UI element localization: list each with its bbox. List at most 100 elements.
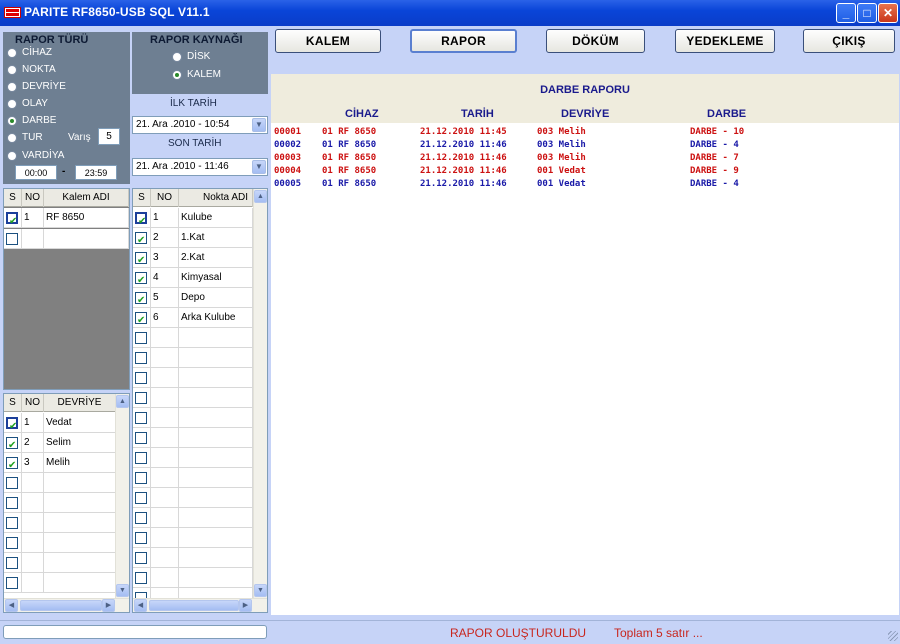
row-checkbox[interactable] xyxy=(6,557,18,569)
row-checkbox[interactable] xyxy=(135,231,147,250)
table-row[interactable]: 1Kulube xyxy=(133,208,253,231)
close-button[interactable]: ✕ xyxy=(878,3,898,23)
table-row[interactable]: 6Arka Kulube xyxy=(133,308,253,330)
row-checkbox[interactable] xyxy=(135,311,147,330)
table-row[interactable]: 4Kimyasal xyxy=(133,268,253,290)
empty-row[interactable] xyxy=(133,388,253,408)
row-checkbox[interactable] xyxy=(6,577,18,589)
radio-disk[interactable] xyxy=(172,52,182,62)
chevron-down-icon[interactable]: ▼ xyxy=(252,118,266,132)
row-checkbox[interactable] xyxy=(135,332,147,344)
empty-row[interactable] xyxy=(4,513,116,533)
row-checkbox[interactable] xyxy=(6,537,18,549)
radio-tur[interactable] xyxy=(7,133,17,143)
empty-row[interactable] xyxy=(133,348,253,368)
row-checkbox[interactable] xyxy=(135,352,147,364)
row-checkbox[interactable] xyxy=(135,472,147,484)
table-row[interactable]: 1 RF 8650 xyxy=(4,208,129,231)
yedekleme-button[interactable]: YEDEKLEME xyxy=(675,29,775,53)
row-checkbox[interactable] xyxy=(6,517,18,529)
row-checkbox[interactable] xyxy=(6,212,18,231)
empty-row[interactable] xyxy=(133,528,253,548)
row-checkbox[interactable] xyxy=(6,417,18,436)
row-checkbox[interactable] xyxy=(135,412,147,424)
row-checkbox[interactable] xyxy=(135,271,147,290)
minimize-button[interactable]: _ xyxy=(836,3,856,23)
scroll-right-icon[interactable]: ▶ xyxy=(239,599,252,612)
table-row[interactable]: 2Selim xyxy=(4,433,116,455)
empty-row[interactable] xyxy=(133,568,253,588)
row-checkbox[interactable] xyxy=(135,291,147,310)
ilk-tarih-picker[interactable]: 21. Ara .2010 - 10:54 ▼ xyxy=(132,116,268,134)
radio-nokta[interactable] xyxy=(7,65,17,75)
row-checkbox[interactable] xyxy=(135,552,147,564)
resize-grip-icon[interactable] xyxy=(888,631,898,641)
row-checkbox[interactable] xyxy=(135,532,147,544)
row-checkbox[interactable] xyxy=(135,212,147,231)
kalem-button[interactable]: KALEM xyxy=(275,29,381,53)
row-checkbox[interactable] xyxy=(135,452,147,464)
dokum-button[interactable]: DÖKÜM xyxy=(546,29,645,53)
table-row[interactable] xyxy=(4,229,129,249)
empty-row[interactable] xyxy=(133,488,253,508)
empty-row[interactable] xyxy=(133,328,253,348)
row-checkbox[interactable] xyxy=(6,456,18,475)
radio-darbe[interactable] xyxy=(7,116,17,126)
row-checkbox[interactable] xyxy=(135,432,147,444)
row-checkbox[interactable] xyxy=(135,572,147,584)
scroll-up-icon[interactable]: ▲ xyxy=(254,190,267,203)
chevron-down-icon[interactable]: ▼ xyxy=(252,160,266,174)
scroll-left-icon[interactable]: ◀ xyxy=(134,599,147,612)
devriye-vscroll[interactable]: ▲ ▼ xyxy=(115,394,129,598)
empty-row[interactable] xyxy=(133,428,253,448)
row-checkbox[interactable] xyxy=(135,512,147,524)
table-row[interactable]: 5Depo xyxy=(133,288,253,310)
time-from-input[interactable]: 00:00 xyxy=(15,165,57,180)
radio-olay[interactable] xyxy=(7,99,17,109)
nokta-vscroll[interactable]: ▲ ▼ xyxy=(253,189,267,598)
scroll-up-icon[interactable]: ▲ xyxy=(116,395,129,408)
table-row[interactable]: 21.Kat xyxy=(133,228,253,250)
empty-row[interactable] xyxy=(133,508,253,528)
row-checkbox[interactable] xyxy=(135,251,147,270)
row-checkbox[interactable] xyxy=(135,392,147,404)
empty-row[interactable] xyxy=(4,553,116,573)
empty-row[interactable] xyxy=(4,573,116,593)
radio-kalem[interactable] xyxy=(172,70,182,80)
row-checkbox[interactable] xyxy=(6,233,18,245)
empty-row[interactable] xyxy=(133,548,253,568)
radio-cihaz[interactable] xyxy=(7,48,17,58)
empty-row[interactable] xyxy=(4,473,116,493)
varis-input[interactable]: 5 xyxy=(98,128,120,145)
time-to-input[interactable]: 23:59 xyxy=(75,165,117,180)
empty-row[interactable] xyxy=(133,368,253,388)
empty-row[interactable] xyxy=(4,493,116,513)
empty-row[interactable] xyxy=(133,468,253,488)
rapor-button[interactable]: RAPOR xyxy=(410,29,517,53)
row-checkbox[interactable] xyxy=(6,477,18,489)
scroll-thumb[interactable] xyxy=(20,600,102,611)
maximize-button[interactable]: □ xyxy=(857,3,877,23)
empty-row[interactable] xyxy=(4,533,116,553)
radio-vardiya[interactable] xyxy=(7,151,17,161)
son-tarih-picker[interactable]: 21. Ara .2010 - 11:46 ▼ xyxy=(132,158,268,176)
empty-row[interactable] xyxy=(133,448,253,468)
scroll-thumb[interactable] xyxy=(149,600,239,611)
scroll-down-icon[interactable]: ▼ xyxy=(116,584,129,597)
empty-row[interactable] xyxy=(133,408,253,428)
nokta-hscroll[interactable]: ◀ ▶ xyxy=(133,598,267,612)
scroll-left-icon[interactable]: ◀ xyxy=(5,599,18,612)
table-row[interactable]: 32.Kat xyxy=(133,248,253,270)
window-title: PARITE RF8650-USB SQL V11.1 xyxy=(24,5,210,19)
row-checkbox[interactable] xyxy=(135,492,147,504)
scroll-down-icon[interactable]: ▼ xyxy=(254,584,267,597)
devriye-hscroll[interactable]: ◀ ▶ xyxy=(4,598,129,612)
table-row[interactable]: 3Melih xyxy=(4,453,116,475)
row-checkbox[interactable] xyxy=(6,497,18,509)
radio-devriye[interactable] xyxy=(7,82,17,92)
table-row[interactable]: 1Vedat xyxy=(4,413,116,436)
cikis-button[interactable]: ÇIKIŞ xyxy=(803,29,895,53)
row-checkbox[interactable] xyxy=(6,436,18,455)
row-checkbox[interactable] xyxy=(135,372,147,384)
scroll-right-icon[interactable]: ▶ xyxy=(102,599,115,612)
